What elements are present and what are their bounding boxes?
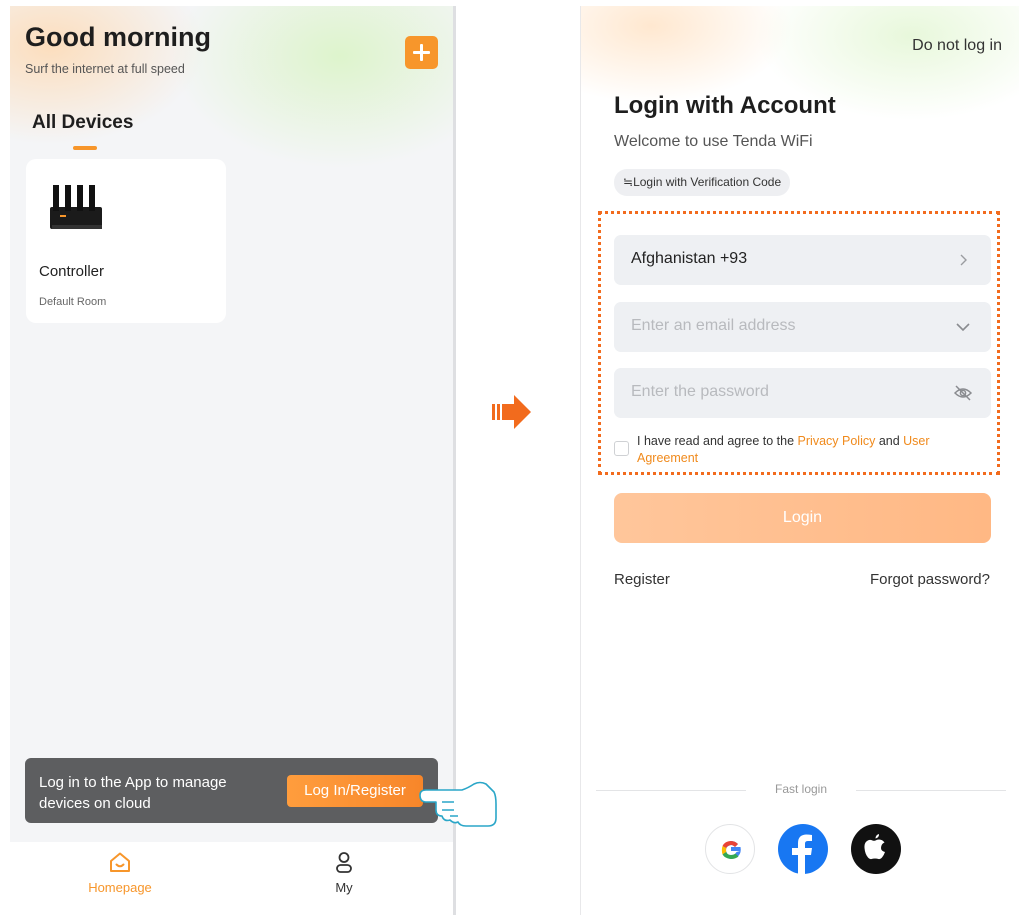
do-not-login-link[interactable]: Do not log in bbox=[912, 37, 1002, 55]
facebook-login-button[interactable] bbox=[778, 824, 828, 874]
agreement-prefix: I have read and agree to the bbox=[637, 434, 798, 448]
facebook-icon bbox=[792, 834, 812, 874]
tab-homepage[interactable]: Homepage bbox=[60, 850, 180, 895]
privacy-policy-link[interactable]: Privacy Policy bbox=[798, 434, 876, 448]
login-screen: Do not log in Login with Account Welcome… bbox=[580, 6, 1019, 915]
bottom-tab-bar: Homepage My bbox=[10, 842, 453, 915]
add-device-button[interactable] bbox=[405, 36, 438, 69]
home-icon bbox=[110, 852, 130, 872]
welcome-text: Welcome to use Tenda WiFi bbox=[614, 133, 813, 150]
arrow-right-icon bbox=[492, 395, 531, 429]
chevron-right-icon bbox=[960, 254, 967, 266]
agreement-text: I have read and agree to the Privacy Pol… bbox=[637, 433, 987, 467]
pointer-hand-icon bbox=[419, 781, 497, 827]
country-value: Afghanistan +93 bbox=[631, 250, 748, 267]
login-banner: Log in to the App to manage devices on c… bbox=[25, 758, 438, 823]
google-icon bbox=[721, 841, 741, 859]
login-register-button[interactable]: Log In/Register bbox=[287, 775, 423, 807]
router-icon bbox=[50, 185, 102, 229]
apple-login-button[interactable] bbox=[851, 824, 901, 874]
fast-login-label: Fast login bbox=[774, 782, 828, 796]
email-field[interactable]: Enter an email address bbox=[614, 302, 991, 352]
agreement-checkbox[interactable] bbox=[614, 441, 629, 456]
banner-text: Log in to the App to manage devices on c… bbox=[39, 774, 227, 812]
section-title: All Devices bbox=[32, 112, 134, 133]
greeting-title: Good morning bbox=[25, 22, 211, 52]
device-card[interactable]: Controller Default Room bbox=[26, 159, 226, 323]
fast-login-divider: Fast login bbox=[596, 782, 1006, 798]
divider-line bbox=[856, 790, 1006, 791]
eye-off-icon[interactable] bbox=[953, 383, 973, 403]
person-icon bbox=[336, 852, 352, 873]
login-button[interactable]: Login bbox=[614, 493, 991, 543]
password-placeholder: Enter the password bbox=[631, 383, 769, 400]
agreement-and: and bbox=[875, 434, 904, 448]
tab-my[interactable]: My bbox=[284, 850, 404, 895]
country-selector[interactable]: Afghanistan +93 bbox=[614, 235, 991, 285]
greeting-subtitle: Surf the internet at full speed bbox=[25, 62, 185, 76]
tab-my-label: My bbox=[335, 880, 353, 895]
tab-homepage-label: Homepage bbox=[88, 880, 152, 895]
forgot-password-link[interactable]: Forgot password? bbox=[870, 571, 990, 588]
section-underline bbox=[73, 146, 97, 150]
apple-icon bbox=[864, 834, 885, 860]
google-login-button[interactable] bbox=[705, 824, 755, 874]
email-placeholder: Enter an email address bbox=[631, 317, 796, 334]
verification-code-login-chip[interactable]: ≒Login with Verification Code bbox=[614, 169, 791, 196]
password-field[interactable]: Enter the password bbox=[614, 368, 991, 418]
page-title: Login with Account bbox=[614, 92, 836, 119]
chevron-down-icon[interactable] bbox=[953, 317, 973, 337]
homepage-screen: Good morning Surf the internet at full s… bbox=[10, 6, 456, 915]
device-name: Controller bbox=[39, 263, 105, 280]
device-room: Default Room bbox=[39, 296, 107, 308]
register-link[interactable]: Register bbox=[614, 571, 670, 588]
